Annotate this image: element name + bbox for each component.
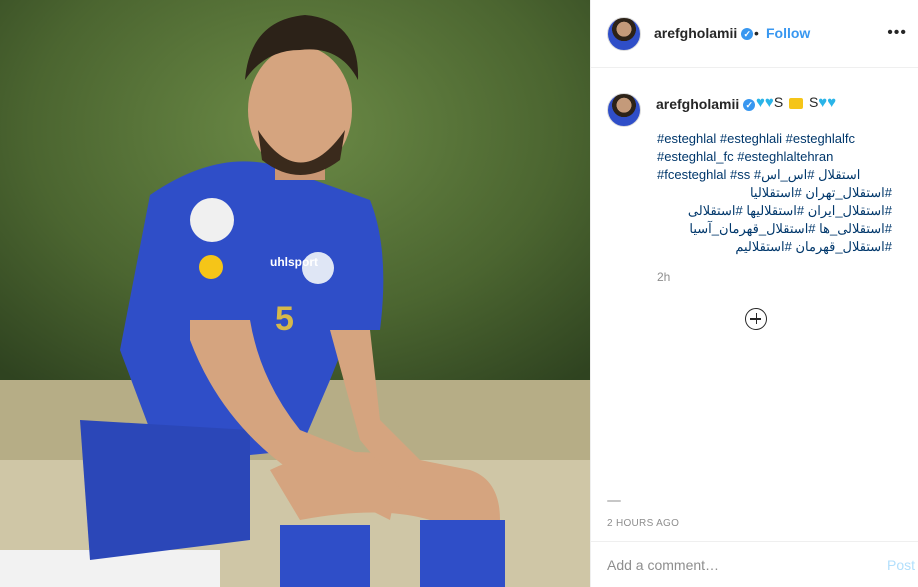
post-side-panel: arefgholamii ✓ • Follow ••• arefgholamii ✓… (590, 0, 918, 587)
blue-heart-icon: ♥ (827, 94, 837, 111)
verified-badge-icon: ✓ (741, 28, 754, 41)
divider (607, 500, 621, 502)
player-photo-illustration: uhlsport 5 (0, 0, 590, 587)
comment-bar: Post (591, 541, 918, 587)
post-timestamp[interactable]: 2 HOURS AGO (607, 518, 679, 529)
crown-emoji-icon (789, 97, 804, 109)
post-comment-button[interactable]: Post (887, 557, 915, 573)
caption-emojis: ♥♥S S♥♥ (756, 94, 836, 111)
caption-hashtags: #esteghlal #esteghlali #esteghlalfc #est… (657, 130, 892, 256)
blue-heart-icon: ♥ (818, 94, 828, 111)
header-username[interactable]: arefgholamii (654, 25, 737, 41)
blue-heart-icon: ♥ (764, 94, 774, 111)
header-username-group: arefgholamii ✓ (654, 25, 754, 41)
separator-dot: • (754, 25, 759, 41)
kit-brand-text: uhlsport (270, 255, 318, 269)
hashtag-line[interactable]: #استقلال_تهران #استقلالیا (657, 184, 892, 202)
add-circle-icon[interactable] (745, 308, 767, 330)
hashtag-line[interactable]: #استقلال_ایران #استقلالیها #استقلالی (657, 202, 892, 220)
comment-input[interactable] (607, 557, 847, 573)
caption-username-group: arefgholamii ✓ (656, 96, 756, 112)
hashtag-line[interactable]: #استقلال_قهرمان #استقلالیم (657, 238, 892, 256)
hashtag-line[interactable]: #esteghlal_fc #esteghlaltehran (657, 148, 892, 166)
hashtag-line[interactable]: #esteghlal #esteghlali #esteghlalfc (657, 130, 892, 148)
post-photo[interactable]: uhlsport 5 (0, 0, 590, 587)
kit-number-text: 5 (275, 300, 294, 338)
verified-badge-icon: ✓ (743, 99, 756, 112)
caption-time-ago: 2h (657, 270, 671, 284)
caption-username[interactable]: arefgholamii (656, 96, 739, 112)
post-header: arefgholamii ✓ • Follow ••• (591, 0, 918, 68)
caption-avatar[interactable] (607, 93, 641, 127)
hashtag-line[interactable]: #fcesteghlal #ss #استقلال #اس_اس (657, 166, 892, 184)
hashtag-line[interactable]: #استقلالی_ها #استقلال_قهرمان_آسیا (657, 220, 892, 238)
emoji-text: S (773, 94, 784, 110)
emoji-text: S (808, 94, 819, 110)
follow-button[interactable]: Follow (766, 25, 810, 41)
blue-heart-icon: ♥ (756, 94, 765, 111)
avatar[interactable] (607, 17, 641, 51)
more-options-icon[interactable]: ••• (887, 24, 907, 42)
